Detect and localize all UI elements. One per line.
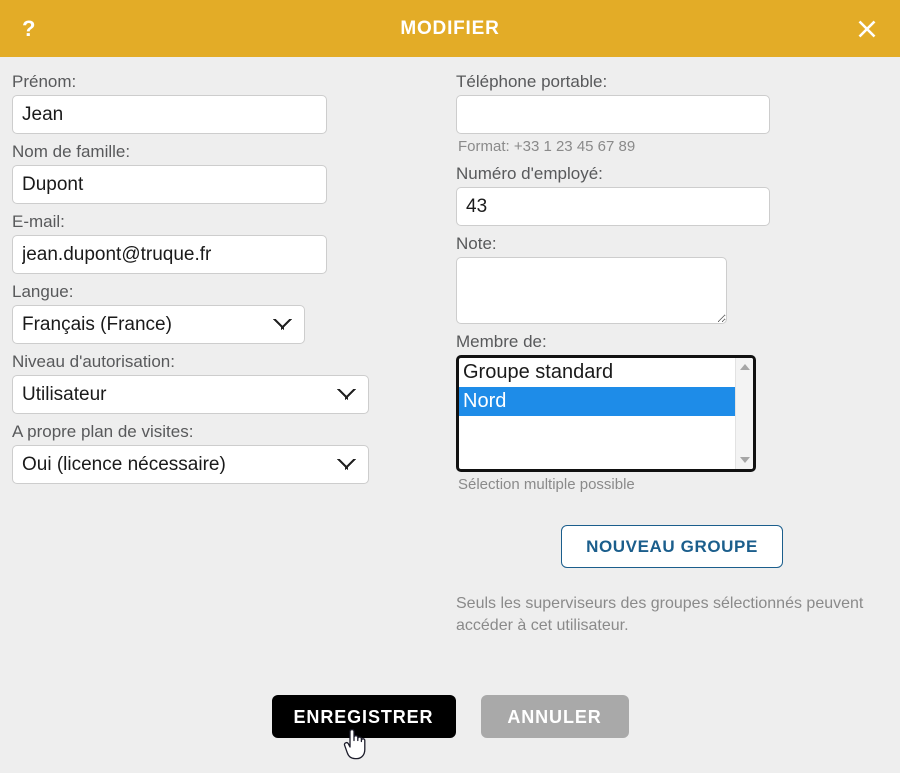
list-item[interactable]: Groupe standard <box>459 358 735 387</box>
help-icon[interactable]: ? <box>22 17 35 40</box>
member-of-hint: Sélection multiple possible <box>458 476 635 493</box>
edit-user-form: Prénom: Nom de famille: E-mail: Langue: … <box>0 57 900 773</box>
note-label: Note: <box>456 234 497 253</box>
field-first-name: Prénom: <box>12 71 442 134</box>
close-icon[interactable] <box>854 16 880 42</box>
member-of-listbox[interactable]: Groupe standard Nord <box>456 355 756 472</box>
supervisor-note: Seuls les superviseurs des groupes sélec… <box>456 595 864 634</box>
own-visit-plan-label: A propre plan de visites: <box>12 422 194 441</box>
first-name-input[interactable] <box>12 95 327 134</box>
field-member-of: Membre de: Groupe standard Nord Sélectio… <box>456 331 888 494</box>
email-input[interactable] <box>12 235 327 274</box>
language-label: Langue: <box>12 282 74 301</box>
save-button[interactable]: ENREGISTRER <box>271 695 456 738</box>
cancel-button[interactable]: ANNULER <box>480 695 629 738</box>
field-last-name: Nom de famille: <box>12 141 442 204</box>
field-email: E-mail: <box>12 211 442 274</box>
field-note: Note: <box>456 233 888 324</box>
field-language: Langue: Français (France) <box>12 281 442 344</box>
new-group-button[interactable]: NOUVEAU GROUPE <box>561 525 783 568</box>
own-visit-plan-select[interactable]: Oui (licence nécessaire) <box>12 445 369 484</box>
scroll-up-arrow-icon[interactable] <box>736 360 753 374</box>
field-mobile-phone: Téléphone portable: Format: +33 1 23 45 … <box>456 71 888 156</box>
field-employee-number: Numéro d'employé: <box>456 163 888 226</box>
list-item[interactable]: Nord <box>459 387 735 416</box>
field-own-visit-plan: A propre plan de visites: Oui (licence n… <box>12 421 442 484</box>
last-name-label: Nom de famille: <box>12 142 131 161</box>
field-authorization-level: Niveau d'autorisation: Utilisateur <box>12 351 442 414</box>
scroll-down-arrow-icon[interactable] <box>736 453 753 467</box>
employee-number-label: Numéro d'employé: <box>456 164 603 183</box>
form-right-column: Téléphone portable: Format: +33 1 23 45 … <box>456 71 888 637</box>
employee-number-input[interactable] <box>456 187 770 226</box>
mobile-phone-hint: Format: +33 1 23 45 67 89 <box>458 138 636 155</box>
note-textarea[interactable] <box>456 257 727 324</box>
page-title: MODIFIER <box>400 17 500 39</box>
dialog-titlebar: ? MODIFIER <box>0 0 900 57</box>
mobile-phone-input[interactable] <box>456 95 770 134</box>
language-select[interactable]: Français (France) <box>12 305 305 344</box>
member-of-list: Groupe standard Nord <box>459 358 735 469</box>
authorization-level-label: Niveau d'autorisation: <box>12 352 175 371</box>
new-group-row: NOUVEAU GROUPE <box>456 525 888 568</box>
listbox-scrollbar[interactable] <box>735 358 753 469</box>
email-label: E-mail: <box>12 212 65 231</box>
form-left-column: Prénom: Nom de famille: E-mail: Langue: … <box>12 71 442 491</box>
first-name-label: Prénom: <box>12 72 77 91</box>
member-of-label: Membre de: <box>456 332 547 351</box>
dialog-actions: ENREGISTRER ANNULER <box>0 695 900 738</box>
mobile-phone-label: Téléphone portable: <box>456 72 608 91</box>
last-name-input[interactable] <box>12 165 327 204</box>
authorization-level-select[interactable]: Utilisateur <box>12 375 369 414</box>
